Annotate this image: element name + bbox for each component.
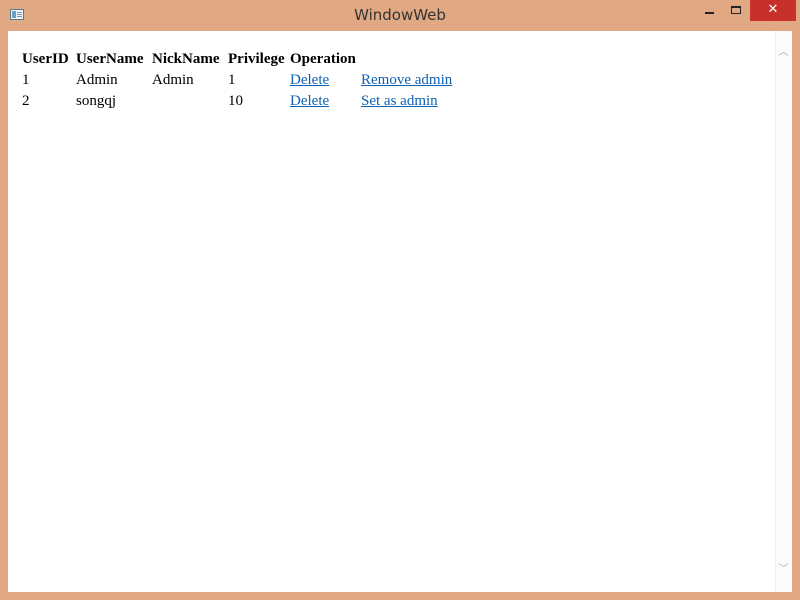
maximize-button[interactable] bbox=[723, 0, 750, 21]
minimize-button[interactable] bbox=[697, 0, 723, 21]
cell-delete: Delete bbox=[289, 71, 358, 90]
chevron-up-icon[interactable]: ︿ bbox=[775, 44, 792, 61]
cell-privilege: 10 bbox=[228, 93, 243, 109]
cell-username: Admin bbox=[76, 72, 118, 88]
set-as-admin-link[interactable]: Set as admin bbox=[361, 93, 438, 109]
cell-admin-action: Remove admin bbox=[360, 71, 453, 90]
header-username: UserName bbox=[76, 51, 144, 67]
window-title: WindowWeb bbox=[354, 6, 446, 24]
scrollbar-track[interactable] bbox=[775, 31, 792, 592]
table-row: 1 Admin Admin 1 Delete Remove admin bbox=[21, 71, 453, 90]
remove-admin-link[interactable]: Remove admin bbox=[361, 72, 452, 88]
title-bar: WindowWeb ✕ bbox=[0, 0, 800, 31]
header-nickname: NickName bbox=[152, 51, 220, 67]
vertical-scrollbar[interactable]: ︿ ﹀ bbox=[775, 31, 792, 592]
close-button[interactable]: ✕ bbox=[750, 0, 796, 21]
header-privilege: Privilege bbox=[228, 51, 285, 67]
cell-userid: 2 bbox=[22, 93, 30, 109]
table-header-row: UserID UserName NickName Privilege Opera… bbox=[21, 50, 453, 69]
cell-delete: Delete bbox=[289, 92, 358, 111]
web-content-area: UserID UserName NickName Privilege Opera… bbox=[8, 31, 792, 592]
cell-userid: 1 bbox=[22, 72, 30, 88]
chevron-down-icon[interactable]: ﹀ bbox=[775, 561, 792, 578]
cell-nickname: Admin bbox=[152, 72, 194, 88]
cell-username: songqj bbox=[76, 93, 117, 109]
users-table-container: UserID UserName NickName Privilege Opera… bbox=[19, 48, 455, 113]
header-userid: UserID bbox=[22, 51, 69, 67]
users-table: UserID UserName NickName Privilege Opera… bbox=[19, 48, 455, 113]
cell-privilege: 1 bbox=[228, 72, 236, 88]
delete-link[interactable]: Delete bbox=[290, 72, 329, 88]
table-row: 2 songqj 10 Delete Set as admin bbox=[21, 92, 453, 111]
cell-admin-action: Set as admin bbox=[360, 92, 453, 111]
close-icon: ✕ bbox=[767, 2, 779, 17]
delete-link[interactable]: Delete bbox=[290, 93, 329, 109]
cell-nickname bbox=[151, 92, 225, 111]
header-operation: Operation bbox=[290, 51, 356, 67]
